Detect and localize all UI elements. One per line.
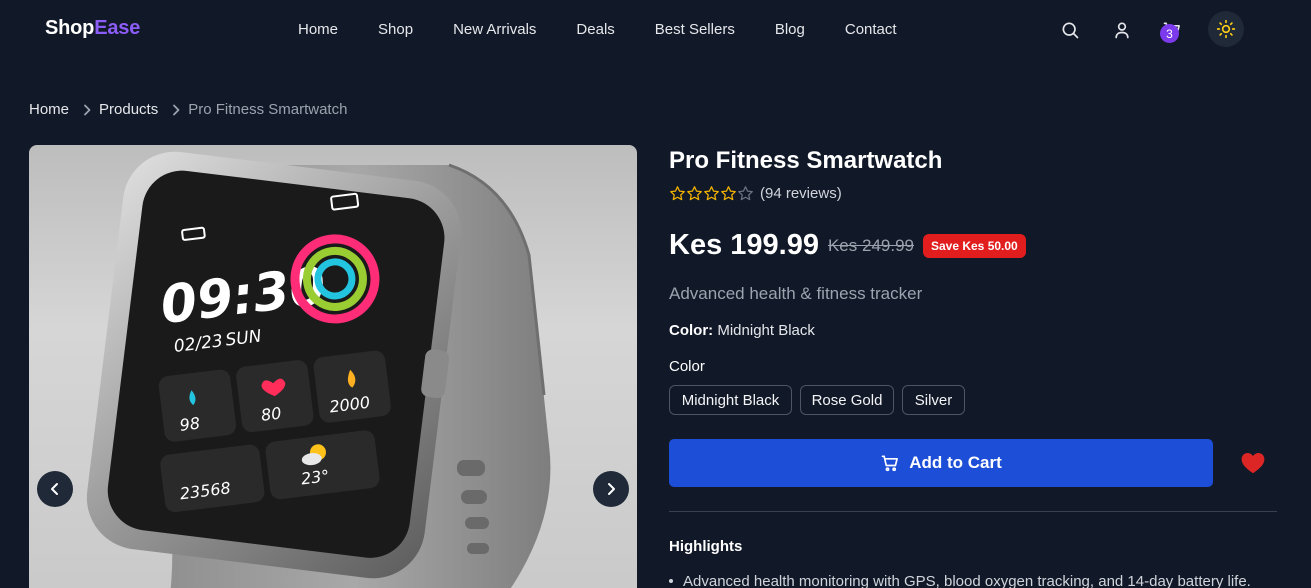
selected-color: Color: Midnight Black [669, 322, 815, 339]
cart-count-badge: 3 [1160, 24, 1179, 43]
price-row: Kes 199.99 Kes 249.99 Save Kes 50.00 [669, 229, 1026, 262]
breadcrumb-products[interactable]: Products [99, 101, 158, 118]
add-to-cart-button[interactable]: Add to Cart [669, 439, 1213, 487]
gallery-prev-button[interactable] [37, 471, 73, 507]
chevron-right-icon [605, 482, 617, 496]
current-price: Kes 199.99 [669, 229, 819, 261]
product-image: 09:30 02/23 SUN 98 80 2000 23568 23° [86, 151, 551, 588]
color-options-label: Color [669, 358, 705, 375]
chevron-left-icon [49, 482, 61, 496]
breadcrumb: Home Products Pro Fitness Smartwatch [29, 101, 347, 118]
star-icon [670, 186, 685, 201]
star-icon [687, 186, 702, 201]
brand-logo-part1: Shop [45, 17, 95, 39]
nav-shop[interactable]: Shop [378, 21, 413, 38]
search-icon[interactable] [1058, 18, 1082, 42]
product-rating: (94 reviews) [669, 185, 842, 202]
brand-logo-part2: Ease [94, 17, 141, 39]
user-icon[interactable] [1110, 18, 1134, 42]
product-title: Pro Fitness Smartwatch [669, 147, 943, 174]
watch-stat-heart: 80 [260, 404, 283, 425]
watch-temperature: 23° [300, 466, 330, 488]
nav-best-sellers[interactable]: Best Sellers [655, 21, 735, 38]
review-count[interactable]: (94 reviews) [760, 185, 842, 202]
star-icon [704, 186, 719, 201]
chevron-right-icon [171, 104, 181, 116]
watch-stat-water: 98 [179, 414, 202, 435]
rating-stars [669, 185, 754, 202]
cart-icon [880, 453, 900, 473]
nav-blog[interactable]: Blog [775, 21, 805, 38]
nav-new-arrivals[interactable]: New Arrivals [453, 21, 536, 38]
add-to-cart-label: Add to Cart [909, 453, 1002, 472]
section-divider [669, 511, 1277, 512]
brand-logo[interactable]: ShopEase [45, 17, 140, 40]
bullet [669, 579, 673, 583]
star-icon [721, 186, 736, 201]
original-price: Kes 249.99 [827, 235, 914, 255]
highlight-item: Advanced health monitoring with GPS, blo… [669, 573, 1251, 588]
breadcrumb-home[interactable]: Home [29, 101, 69, 118]
selected-color-value: Midnight Black [717, 322, 815, 339]
main-nav: Home Shop New Arrivals Deals Best Seller… [298, 21, 897, 38]
savings-badge: Save Kes 50.00 [922, 233, 1026, 258]
nav-contact[interactable]: Contact [845, 21, 897, 38]
nav-deals[interactable]: Deals [576, 21, 614, 38]
gallery-next-button[interactable] [593, 471, 629, 507]
product-subtitle: Advanced health & fitness tracker [669, 284, 923, 303]
theme-toggle-button[interactable] [1208, 11, 1244, 47]
highlight-text: Advanced health monitoring with GPS, blo… [683, 573, 1251, 588]
breadcrumb-current: Pro Fitness Smartwatch [188, 101, 348, 118]
site-header: ShopEase Home Shop New Arrivals Deals Be… [0, 0, 1311, 60]
highlights-title: Highlights [669, 538, 743, 555]
nav-home[interactable]: Home [298, 21, 338, 38]
color-option-midnight-black[interactable]: Midnight Black [669, 385, 792, 415]
chevron-right-icon [82, 104, 92, 116]
wishlist-heart-icon[interactable] [1240, 451, 1266, 475]
sun-icon [1216, 19, 1236, 39]
star-empty-icon [738, 186, 753, 201]
selected-color-label: Color: [669, 322, 714, 339]
product-image-gallery: 09:30 02/23 SUN 98 80 2000 23568 23° [29, 145, 637, 588]
color-option-silver[interactable]: Silver [902, 385, 965, 415]
color-option-rose-gold[interactable]: Rose Gold [800, 385, 894, 415]
